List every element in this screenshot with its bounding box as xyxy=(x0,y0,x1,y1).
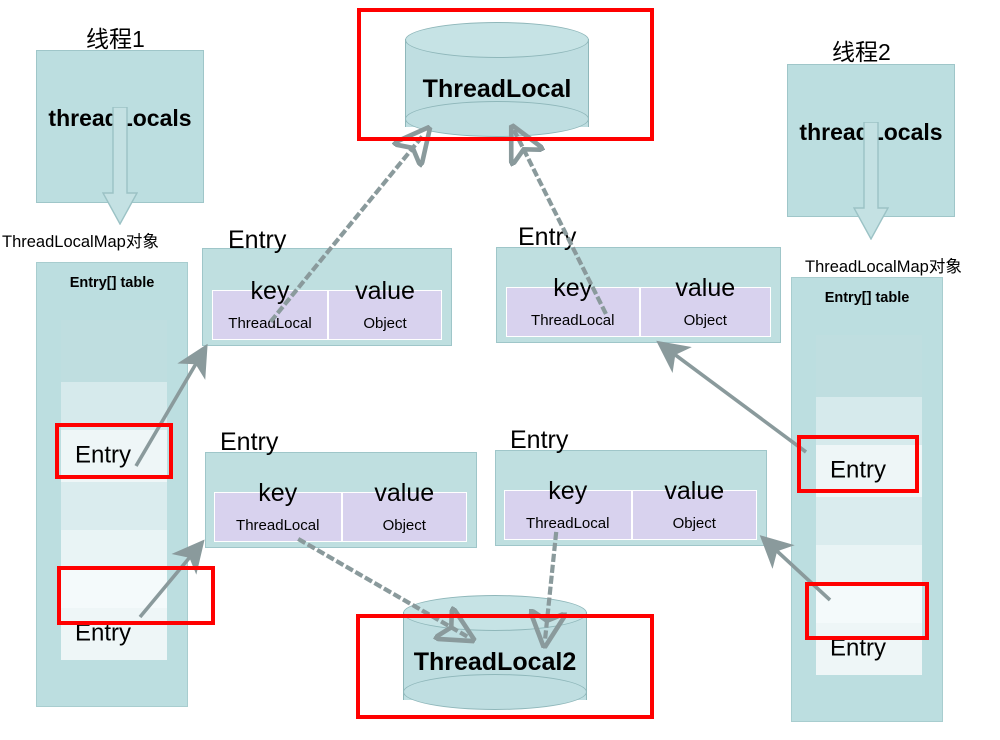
entry-value-column: value Object xyxy=(327,277,441,339)
entry-key-header: key xyxy=(250,277,290,305)
entry-key-header: key xyxy=(258,479,298,507)
thread2-entry-table: Entry[] table Entry Entry xyxy=(791,277,943,722)
thread1-table-caption: Entry[] table xyxy=(69,275,155,291)
table-cell xyxy=(61,530,167,570)
entry-card-bottom-left: Entry key ThreadLocal value Object xyxy=(205,428,477,548)
entry-key-value-table: key ThreadLocal value Object xyxy=(504,477,757,540)
entry-key-header: key xyxy=(553,274,593,302)
entry-key-column: key ThreadLocal xyxy=(505,477,631,539)
entry-value-value: Object xyxy=(363,315,407,332)
highlight-thread2-entry1 xyxy=(797,435,919,493)
entry-card-title: Entry xyxy=(510,426,569,454)
table-cell xyxy=(61,320,167,382)
entry-key-value: ThreadLocal xyxy=(236,517,320,534)
thread2-table-caption: Entry[] table xyxy=(824,290,910,306)
thread1-title: 线程1 xyxy=(86,26,145,52)
table-cell xyxy=(816,497,922,545)
thread1-down-arrow-icon xyxy=(102,107,138,225)
entry-key-column: key ThreadLocal xyxy=(215,479,341,541)
entry-key-column: key ThreadLocal xyxy=(213,277,327,339)
entry-value-header: value xyxy=(374,479,435,507)
entry-key-value: ThreadLocal xyxy=(228,315,312,332)
highlight-threadlocal xyxy=(357,8,654,141)
entry-card-top-left: Entry key ThreadLocal value Object xyxy=(202,226,452,346)
entry-value-value: Object xyxy=(672,515,716,532)
table-cell xyxy=(816,335,922,397)
entry-card-title: Entry xyxy=(228,226,287,254)
entry-card-bottom-right: Entry key ThreadLocal value Object xyxy=(495,426,767,546)
diagram-canvas: 线程1 threadLocals ThreadLocalMap对象 Entry[… xyxy=(0,0,1000,740)
entry-card-title: Entry xyxy=(518,223,577,251)
entry-value-header: value xyxy=(355,277,415,305)
highlight-thread2-entry2 xyxy=(805,582,929,640)
entry-key-value-table: key ThreadLocal value Object xyxy=(506,274,771,337)
table-cell xyxy=(816,545,922,585)
thread1-entry-table: Entry[] table Entry Entry xyxy=(36,262,188,707)
entry-card-title: Entry xyxy=(220,428,279,456)
entry-value-column: value Object xyxy=(630,477,757,539)
entry-value-value: Object xyxy=(683,312,727,329)
entry-key-value: ThreadLocal xyxy=(526,515,610,532)
highlight-thread1-entry2 xyxy=(57,566,215,625)
table-cell xyxy=(61,482,167,530)
entry-card-top-right: Entry key ThreadLocal value Object xyxy=(496,223,781,343)
thread2-down-arrow-icon xyxy=(853,122,889,240)
entry-value-header: value xyxy=(675,274,736,302)
entry-key-value-table: key ThreadLocal value Object xyxy=(212,277,442,340)
entry-value-header: value xyxy=(664,477,725,505)
thread1-map-label: ThreadLocalMap对象 xyxy=(2,233,159,251)
entry-key-value: ThreadLocal xyxy=(531,312,615,329)
entry-key-column: key ThreadLocal xyxy=(507,274,639,336)
entry-value-column: value Object xyxy=(638,274,771,336)
entry-value-value: Object xyxy=(382,517,426,534)
thread2-title: 线程2 xyxy=(832,39,891,65)
entry-key-value-table: key ThreadLocal value Object xyxy=(214,479,467,542)
highlight-thread1-entry1 xyxy=(55,423,173,479)
highlight-threadlocal2 xyxy=(356,614,654,719)
thread2-map-label: ThreadLocalMap对象 xyxy=(805,258,962,276)
entry-value-column: value Object xyxy=(340,479,467,541)
entry-key-header: key xyxy=(548,477,588,505)
